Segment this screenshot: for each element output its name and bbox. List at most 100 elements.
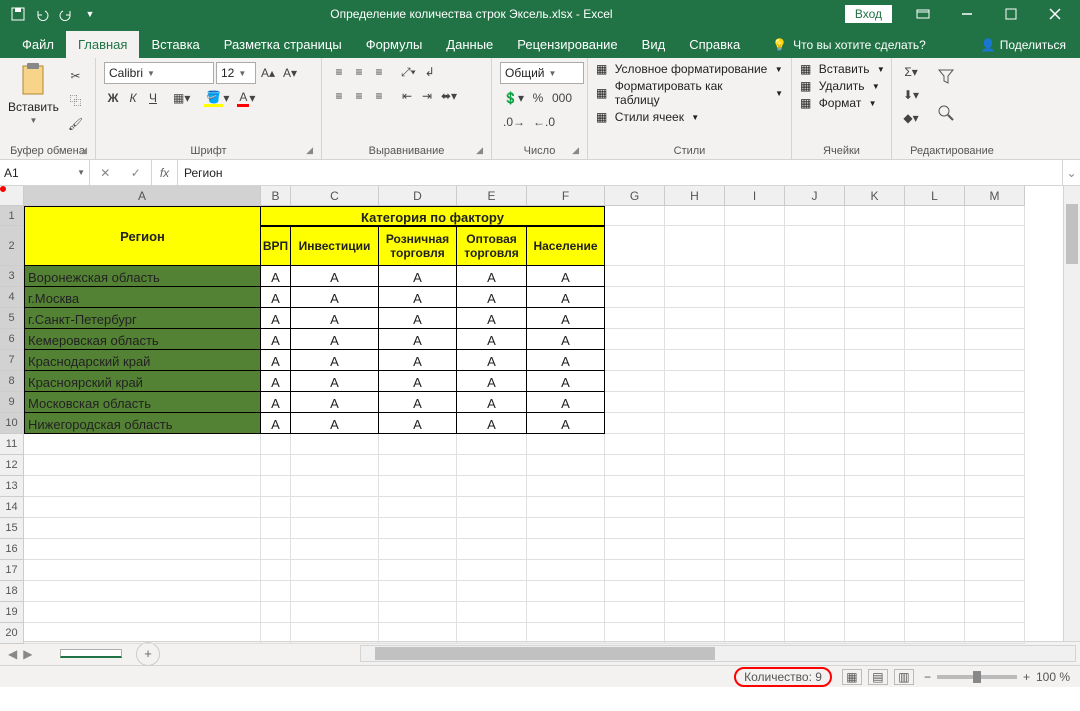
- col-header-I[interactable]: I: [725, 186, 785, 206]
- cell[interactable]: [845, 497, 905, 518]
- cell[interactable]: [725, 560, 785, 581]
- align-left-icon[interactable]: ≡: [330, 86, 348, 106]
- enter-formula-icon[interactable]: ✓: [131, 166, 141, 180]
- cell[interactable]: A: [261, 413, 291, 434]
- cell[interactable]: [725, 581, 785, 602]
- cell[interactable]: [905, 329, 965, 350]
- cell[interactable]: [665, 623, 725, 644]
- cell[interactable]: [527, 497, 605, 518]
- clipboard-launcher-icon[interactable]: ◢: [80, 145, 87, 156]
- cell[interactable]: [665, 392, 725, 413]
- maximize-button[interactable]: [990, 0, 1032, 28]
- cell[interactable]: Краснодарский край: [24, 350, 261, 371]
- sheet-nav-prev-icon[interactable]: ◀: [8, 647, 17, 661]
- cell[interactable]: [785, 602, 845, 623]
- cell[interactable]: [905, 350, 965, 371]
- cell[interactable]: A: [457, 308, 527, 329]
- cell[interactable]: [527, 539, 605, 560]
- cell[interactable]: [785, 476, 845, 497]
- cell[interactable]: [665, 539, 725, 560]
- cell[interactable]: [965, 413, 1025, 434]
- cell[interactable]: A: [379, 287, 457, 308]
- col-header-K[interactable]: K: [845, 186, 905, 206]
- cell[interactable]: [845, 518, 905, 539]
- col-header-G[interactable]: G: [605, 186, 665, 206]
- name-box[interactable]: A1▼: [0, 160, 90, 185]
- cell[interactable]: [785, 497, 845, 518]
- cell[interactable]: [605, 434, 665, 455]
- cell[interactable]: [725, 476, 785, 497]
- cell[interactable]: [785, 308, 845, 329]
- cell[interactable]: [457, 518, 527, 539]
- column-headers[interactable]: ABCDEFGHIJKLM: [24, 186, 1025, 206]
- row-header-11[interactable]: 11: [0, 434, 24, 455]
- insert-cells-button[interactable]: ▦ Вставить ▼: [800, 62, 885, 76]
- row-header-8[interactable]: 8: [0, 371, 24, 392]
- ribbon-display-icon[interactable]: [902, 0, 944, 28]
- cell[interactable]: [965, 206, 1025, 226]
- zoom-slider[interactable]: [937, 675, 1017, 679]
- cell[interactable]: [725, 392, 785, 413]
- font-size-combo[interactable]: 12▼: [216, 62, 256, 84]
- cell[interactable]: [665, 350, 725, 371]
- cell[interactable]: A: [527, 266, 605, 287]
- formula-input[interactable]: Регион: [178, 160, 1062, 185]
- cell[interactable]: [291, 623, 379, 644]
- share-button[interactable]: 👤 Поделиться: [967, 32, 1080, 58]
- cell[interactable]: [965, 287, 1025, 308]
- cell[interactable]: Нижегородская область: [24, 413, 261, 434]
- tell-me-search[interactable]: 💡 Что вы хотите сделать?: [762, 32, 936, 58]
- tab-help[interactable]: Справка: [677, 31, 752, 58]
- expand-formula-bar-icon[interactable]: ⌄: [1062, 160, 1080, 185]
- align-center-icon[interactable]: ≡: [350, 86, 368, 106]
- cell[interactable]: [527, 602, 605, 623]
- cell[interactable]: [905, 518, 965, 539]
- col-header-H[interactable]: H: [665, 186, 725, 206]
- cell[interactable]: [965, 581, 1025, 602]
- cell[interactable]: [965, 623, 1025, 644]
- page-break-view-icon[interactable]: ▥: [894, 669, 914, 685]
- save-icon[interactable]: [10, 6, 26, 22]
- cell[interactable]: [905, 455, 965, 476]
- cell[interactable]: [785, 226, 845, 266]
- increase-indent-icon[interactable]: ⇥: [418, 86, 436, 106]
- sheet-tab[interactable]: [60, 649, 122, 658]
- spreadsheet-grid[interactable]: ABCDEFGHIJKLM 12345678910111213141516171…: [0, 186, 1080, 641]
- cell[interactable]: A: [261, 329, 291, 350]
- cell[interactable]: [379, 539, 457, 560]
- cell[interactable]: [965, 539, 1025, 560]
- conditional-formatting-button[interactable]: ▦ Условное форматирование ▼: [596, 62, 783, 76]
- align-middle-icon[interactable]: ≡: [350, 62, 368, 82]
- cell[interactable]: [965, 308, 1025, 329]
- cell[interactable]: A: [457, 266, 527, 287]
- cell[interactable]: [24, 455, 261, 476]
- cell[interactable]: [965, 602, 1025, 623]
- paste-icon[interactable]: [17, 62, 49, 98]
- cell[interactable]: [785, 413, 845, 434]
- cell[interactable]: Население: [527, 226, 605, 266]
- cell[interactable]: [261, 476, 291, 497]
- cell[interactable]: [605, 287, 665, 308]
- cell[interactable]: [291, 581, 379, 602]
- cell[interactable]: Воронежская область: [24, 266, 261, 287]
- cell[interactable]: Кемеровская область: [24, 329, 261, 350]
- cell[interactable]: [845, 266, 905, 287]
- cell[interactable]: [785, 392, 845, 413]
- cell[interactable]: [665, 329, 725, 350]
- row-header-9[interactable]: 9: [0, 392, 24, 413]
- cell[interactable]: [965, 226, 1025, 266]
- cell[interactable]: [965, 476, 1025, 497]
- format-painter-icon[interactable]: 🖌: [65, 114, 86, 134]
- cell[interactable]: [291, 434, 379, 455]
- cell[interactable]: A: [527, 392, 605, 413]
- cell[interactable]: [845, 308, 905, 329]
- orientation-icon[interactable]: ⤢▾: [398, 62, 419, 82]
- cell[interactable]: [457, 497, 527, 518]
- cell[interactable]: ВРП: [261, 226, 291, 266]
- cell[interactable]: A: [527, 413, 605, 434]
- cell[interactable]: A: [261, 308, 291, 329]
- cell[interactable]: [605, 308, 665, 329]
- sort-filter-icon[interactable]: [932, 63, 960, 91]
- cell[interactable]: [379, 581, 457, 602]
- cell[interactable]: A: [527, 371, 605, 392]
